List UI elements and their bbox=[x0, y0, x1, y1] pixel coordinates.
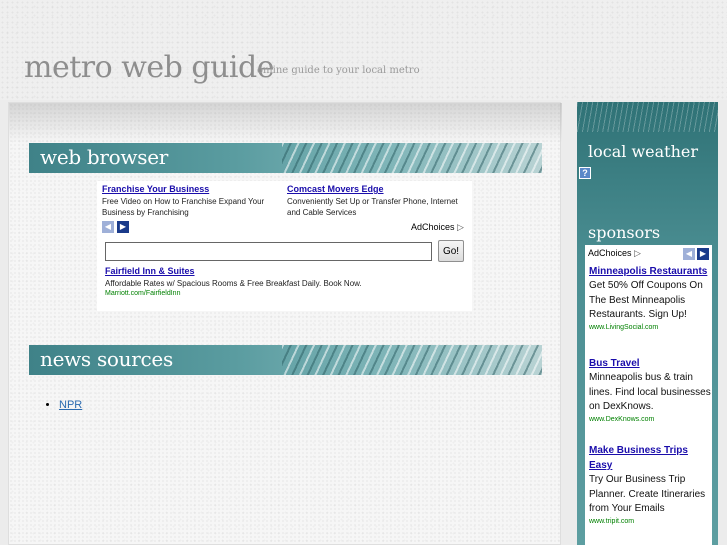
chevron-right-icon[interactable]: ▶ bbox=[697, 248, 709, 260]
chevron-left-icon[interactable]: ◀ bbox=[683, 248, 695, 260]
adchoices-link[interactable]: AdChoices ▷ bbox=[411, 222, 464, 233]
adchoices-triangle-icon: ▷ bbox=[634, 248, 641, 258]
sponsor-ad: Minneapolis Restaurants Get 50% Off Coup… bbox=[589, 264, 711, 333]
ad-link-fairfield[interactable]: Fairfield Inn & Suites bbox=[105, 266, 435, 276]
search-ad: Fairfield Inn & Suites Affordable Rates … bbox=[105, 266, 435, 297]
decorative-grunge-border bbox=[577, 102, 718, 132]
help-icon[interactable]: ? bbox=[579, 167, 591, 179]
adchoices-link[interactable]: AdChoices ▷ bbox=[588, 248, 641, 259]
sponsor-url[interactable]: www.tripit.com bbox=[589, 517, 711, 527]
ad-link-comcast[interactable]: Comcast Movers Edge bbox=[287, 184, 465, 194]
decorative-grunge-border bbox=[9, 103, 562, 143]
sponsor-url[interactable]: www.LivingSocial.com bbox=[589, 323, 711, 333]
main-content-panel: web browser Franchise Your Business Free… bbox=[8, 102, 562, 545]
ad-description: Free Video on How to Franchise Expand Yo… bbox=[102, 197, 265, 217]
adchoices-label: AdChoices bbox=[411, 222, 455, 232]
sponsor-link-restaurants[interactable]: Minneapolis Restaurants bbox=[589, 264, 711, 279]
sponsor-ad: Make Business Trips Easy Try Our Busines… bbox=[589, 443, 711, 527]
sponsors-title: sponsors bbox=[588, 223, 661, 242]
ad-unit-top: Franchise Your Business Free Video on Ho… bbox=[97, 181, 472, 237]
site-tagline: online guide to your local metro bbox=[257, 65, 420, 76]
chevron-left-icon[interactable]: ◀ bbox=[102, 221, 114, 233]
search-input[interactable] bbox=[105, 242, 432, 261]
ad-item: Comcast Movers Edge Conveniently Set Up … bbox=[287, 184, 465, 218]
ad-link-franchise[interactable]: Franchise Your Business bbox=[102, 184, 280, 194]
sponsor-url[interactable]: www.DexKnows.com bbox=[589, 415, 711, 425]
sponsor-description: Minneapolis bus & train lines. Find loca… bbox=[589, 372, 711, 412]
list-item: NPR bbox=[59, 399, 82, 411]
sponsor-ad: Bus Travel Minneapolis bus & train lines… bbox=[589, 356, 711, 425]
sponsors-ad-unit: AdChoices ▷ ◀ ▶ Minneapolis Restaurants … bbox=[585, 245, 712, 545]
local-weather-title: local weather bbox=[588, 142, 699, 161]
site-header: metro web guide online guide to your loc… bbox=[0, 0, 727, 100]
web-browser-header-band: web browser bbox=[29, 143, 542, 173]
news-sources-header-band: news sources bbox=[29, 345, 542, 375]
sponsor-description: Try Our Business Trip Planner. Create It… bbox=[589, 474, 706, 514]
go-button[interactable]: Go! bbox=[438, 240, 464, 262]
chevron-right-icon[interactable]: ▶ bbox=[117, 221, 129, 233]
search-area: Go! Fairfield Inn & Suites Affordable Ra… bbox=[97, 237, 472, 311]
ad-description: Affordable Rates w/ Spacious Rooms & Fre… bbox=[105, 279, 362, 288]
news-link-npr[interactable]: NPR bbox=[59, 399, 82, 411]
sidebar: local weather ? sponsors AdChoices ▷ ◀ ▶… bbox=[577, 102, 718, 545]
sponsor-description: Get 50% Off Coupons On The Best Minneapo… bbox=[589, 280, 703, 320]
ad-description: Conveniently Set Up or Transfer Phone, I… bbox=[287, 197, 458, 217]
news-sources-title: news sources bbox=[40, 347, 173, 371]
web-browser-title: web browser bbox=[40, 145, 168, 169]
news-sources-list: NPR bbox=[59, 399, 82, 411]
sponsor-link-business-trips[interactable]: Make Business Trips Easy bbox=[589, 443, 711, 473]
adchoices-triangle-icon: ▷ bbox=[457, 222, 464, 232]
ad-url[interactable]: Marriott.com/FairfieldInn bbox=[105, 290, 435, 297]
adchoices-label: AdChoices bbox=[588, 248, 632, 258]
ad-item: Franchise Your Business Free Video on Ho… bbox=[102, 184, 280, 218]
sponsor-link-bus-travel[interactable]: Bus Travel bbox=[589, 356, 711, 371]
site-title[interactable]: metro web guide bbox=[24, 50, 274, 85]
